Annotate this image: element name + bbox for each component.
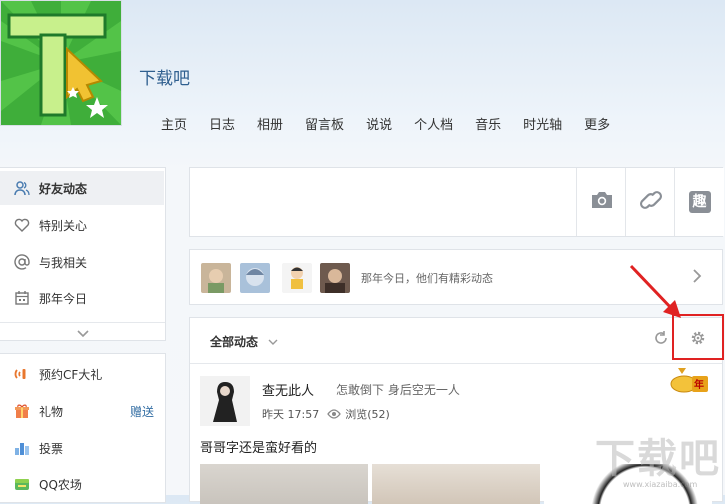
at-icon [13, 253, 31, 271]
feed-filter-dropdown[interactable]: 全部动态 [210, 333, 278, 350]
sidebar-apps-menu: 预约CF大礼 礼物 赠送 投票 QQ农场 [0, 353, 166, 503]
sidebar-item-related-to-me[interactable]: 与我相关 [0, 245, 164, 279]
post-author-name[interactable]: 查无此人 [262, 380, 314, 399]
chevron-down-icon [268, 335, 278, 349]
vote-chart-icon [13, 439, 31, 457]
sidebar-item-label: 特别关心 [39, 218, 88, 233]
nav-album[interactable]: 相册 [246, 114, 294, 133]
post-view-count: 浏览(52) [345, 408, 390, 421]
sidebar-item-friend-feed[interactable]: 好友动态 [0, 171, 164, 205]
post-author-avatar[interactable] [200, 376, 250, 426]
sidebar-item-special-care[interactable]: 特别关心 [0, 208, 164, 242]
post-meta: 昨天 17:57 浏览(52) [262, 406, 390, 422]
nav-home[interactable]: 主页 [150, 114, 198, 133]
heart-icon [13, 216, 31, 234]
nav-music[interactable]: 音乐 [464, 114, 512, 133]
memory-text: 那年今日，他们有精彩动态 [361, 272, 493, 285]
post-image[interactable] [372, 464, 540, 504]
post-image[interactable] [200, 464, 368, 504]
nav-more[interactable]: 更多 [573, 114, 621, 133]
red-arrow-annotation [625, 262, 685, 326]
chevron-right-icon[interactable] [692, 268, 702, 288]
sidebar-item-qq-farm[interactable]: QQ农场 [0, 467, 164, 501]
refresh-icon[interactable] [653, 330, 669, 350]
friend-avatar[interactable] [320, 263, 350, 293]
send-gift-link[interactable]: 赠送 [130, 403, 154, 420]
nav-shuoshuo[interactable]: 说说 [355, 114, 403, 133]
post-author-motto: 怎敢倒下 身后空无一人 [336, 383, 460, 397]
link-share-button[interactable] [625, 168, 675, 236]
signal-icon [13, 365, 31, 383]
anniversary-badge: 年 [670, 368, 710, 398]
sidebar-expand-button[interactable] [0, 322, 165, 341]
fun-icon: 趣 [688, 191, 711, 213]
sidebar-item-label: 与我相关 [39, 255, 88, 270]
friend-avatar[interactable] [201, 263, 231, 293]
link-icon [639, 189, 662, 215]
chevron-down-icon [76, 323, 89, 342]
friends-icon [13, 179, 31, 197]
sidebar-item-label: 预约CF大礼 [39, 367, 103, 382]
sidebar-item-gift[interactable]: 礼物 赠送 [0, 394, 164, 428]
site-watermark: 下载吧 www.xiazaiba.com [585, 422, 723, 492]
status-composer: 趣 [189, 167, 724, 237]
post-time: 昨天 17:57 [262, 408, 320, 421]
gift-icon [13, 402, 31, 420]
watermark-url: www.xiazaiba.com [623, 480, 698, 489]
nav-message-board[interactable]: 留言板 [294, 114, 355, 133]
watermark-logo: 下载吧 [595, 436, 721, 482]
main-nav: 主页 日志 相册 留言板 说说 个人档 音乐 时光轴 更多 [150, 114, 621, 133]
sidebar-item-this-day[interactable]: 那年今日 [0, 281, 164, 315]
sidebar-item-label: QQ农场 [39, 477, 82, 492]
sidebar-item-vote[interactable]: 投票 [0, 431, 164, 465]
farm-icon [13, 475, 31, 493]
space-logo[interactable] [0, 0, 122, 126]
calendar-icon [13, 289, 31, 307]
friend-avatar[interactable] [282, 263, 312, 293]
sidebar-item-label: 那年今日 [39, 291, 88, 306]
space-title[interactable]: 下载吧 [139, 64, 190, 89]
nav-blog[interactable]: 日志 [198, 114, 246, 133]
feed-filter-label: 全部动态 [210, 335, 259, 349]
nav-timeline[interactable]: 时光轴 [512, 114, 573, 133]
sidebar-item-label: 好友动态 [39, 181, 88, 196]
friend-avatar[interactable] [240, 263, 270, 293]
camera-icon [590, 190, 614, 214]
eye-icon [327, 409, 342, 419]
post-content: 哥哥字还是蛮好看的 [200, 441, 318, 456]
sidebar-item-label: 礼物 [39, 404, 64, 419]
sidebar-item-label: 投票 [39, 441, 64, 456]
fun-button[interactable]: 趣 [674, 168, 724, 236]
status-input[interactable] [190, 168, 576, 236]
sidebar-feed-menu: 好友动态 特别关心 与我相关 那年今日 [0, 167, 166, 341]
nav-profile[interactable]: 个人档 [403, 114, 464, 133]
photo-upload-button[interactable] [576, 168, 626, 236]
badge-text: 年 [694, 380, 704, 391]
sidebar-item-cf-gift[interactable]: 预约CF大礼 [0, 357, 164, 391]
